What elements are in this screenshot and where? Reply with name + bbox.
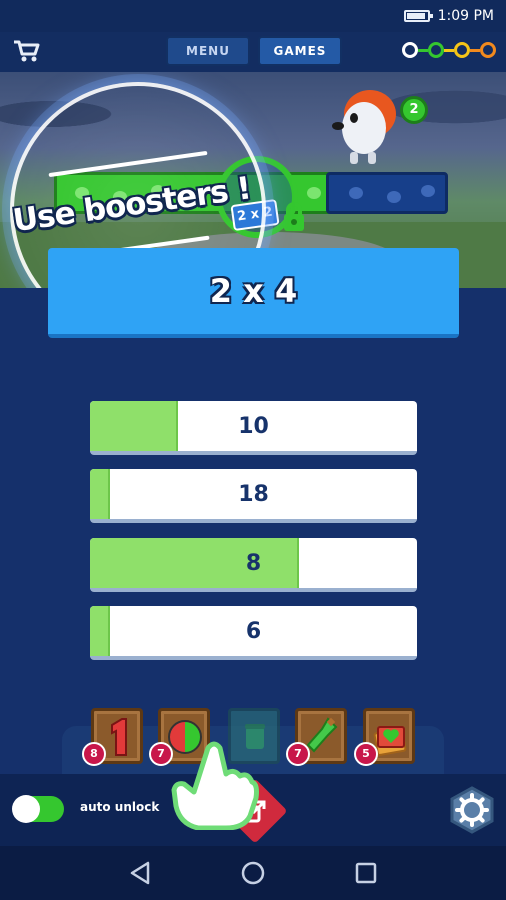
hedgehog-enemy-icon <box>332 90 396 164</box>
answer-button-3[interactable]: 8 <box>90 538 417 592</box>
status-time: 1:09 PM <box>437 8 494 24</box>
answer-label: 10 <box>238 413 269 439</box>
battery-icon <box>403 10 433 22</box>
progress-dot <box>454 42 470 58</box>
answer-label: 8 <box>245 550 262 576</box>
progress-dot <box>428 42 444 58</box>
level-progress <box>402 42 496 58</box>
booster-count-badge: 5 <box>354 742 378 766</box>
booster-count-badge: 7 <box>286 742 310 766</box>
android-nav-bar <box>0 846 506 900</box>
answer-label: 6 <box>245 618 262 644</box>
auto-unlock-label: auto unlock <box>80 800 160 814</box>
question-card: 2 x 4 <box>48 248 459 338</box>
paw-icon <box>307 187 321 199</box>
status-bar: 1:09 PM <box>0 0 506 32</box>
tab-menu[interactable]: MENU <box>166 36 250 66</box>
paw-icon <box>421 185 435 197</box>
settings-gear-icon[interactable] <box>448 786 496 834</box>
progress-dot <box>480 42 496 58</box>
lock-icon <box>284 202 304 231</box>
recents-icon[interactable] <box>353 860 379 886</box>
home-icon[interactable] <box>240 860 266 886</box>
question-text: 2 x 4 <box>209 272 298 310</box>
answer-button-1[interactable]: 10 <box>90 401 417 455</box>
back-icon[interactable] <box>128 860 154 886</box>
toggle-knob <box>12 795 40 823</box>
paw-icon <box>387 191 401 203</box>
booster-count-badge: 8 <box>82 742 106 766</box>
tab-games[interactable]: GAMES <box>258 36 342 66</box>
top-nav: MENU GAMES <box>0 32 506 72</box>
enemy-level-badge: 2 <box>400 96 428 124</box>
progress-dot <box>402 42 418 58</box>
cart-icon[interactable] <box>12 38 40 64</box>
auto-unlock-toggle[interactable] <box>12 795 64 823</box>
answer-label: 18 <box>238 481 269 507</box>
answer-button-2[interactable]: 18 <box>90 469 417 523</box>
paw-icon <box>349 187 363 199</box>
answer-button-4[interactable]: 6 <box>90 606 417 660</box>
enemy-health-bar <box>326 172 448 214</box>
tutorial-hand-pointer-icon <box>171 741 259 830</box>
